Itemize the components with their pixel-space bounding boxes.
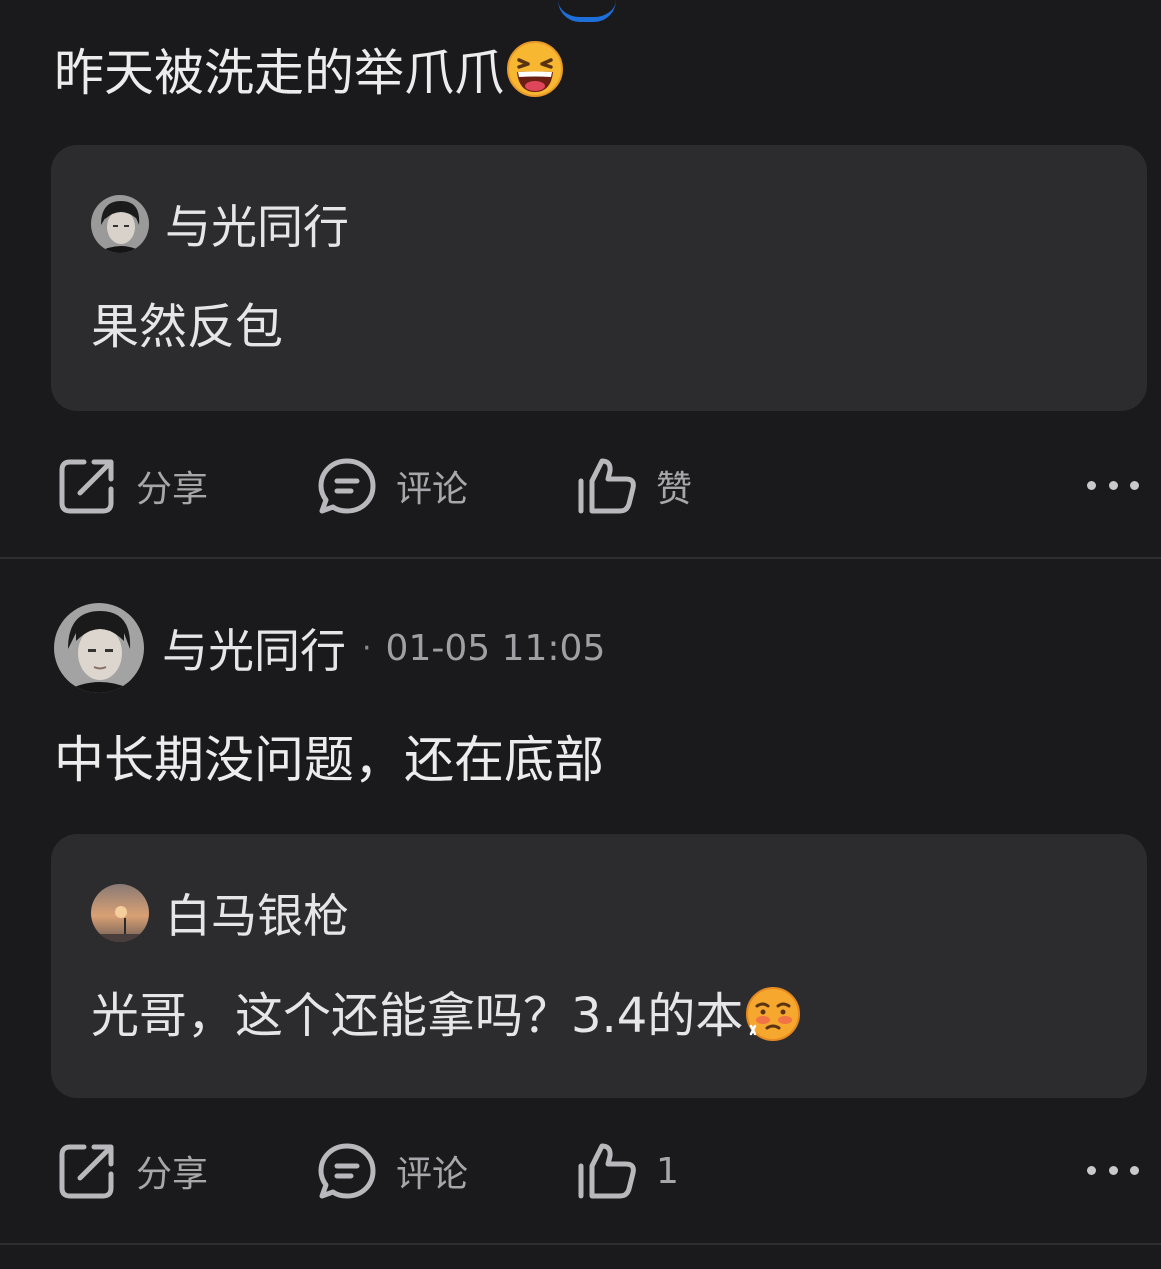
flushed-sweat-face-icon xyxy=(745,986,801,1054)
comment-button[interactable]: 评论 xyxy=(318,1131,468,1211)
share-button[interactable]: 分享 xyxy=(58,1131,208,1211)
laughing-face-icon xyxy=(506,40,564,111)
post-item: 昨天被洗走的举爪爪 与光同行 果然反包 分享 评论 赞 xyxy=(0,0,1161,560)
share-icon xyxy=(58,1142,116,1200)
comment-button[interactable]: 评论 xyxy=(318,446,468,526)
avatar[interactable] xyxy=(54,603,144,693)
post-text: 中长期没问题，还在底部 xyxy=(54,731,604,789)
share-label: 分享 xyxy=(136,469,209,510)
post-author-name[interactable]: 与光同行 xyxy=(162,615,346,681)
comment-icon xyxy=(318,457,376,515)
comment-label: 评论 xyxy=(396,1154,469,1195)
share-icon xyxy=(58,457,116,515)
more-dot-icon xyxy=(1108,480,1118,490)
more-options-button[interactable] xyxy=(1087,1155,1139,1185)
thumbs-up-icon xyxy=(578,1142,636,1200)
quoted-text: 果然反包 xyxy=(91,299,284,355)
avatar[interactable] xyxy=(91,195,149,253)
quoted-author-name[interactable]: 与光同行 xyxy=(165,191,349,257)
quoted-author: 与光同行 xyxy=(91,191,349,257)
quoted-author: 白马银枪 xyxy=(91,880,349,946)
share-button[interactable]: 分享 xyxy=(58,446,208,526)
avatar[interactable] xyxy=(91,884,149,942)
post-text: 昨天被洗走的举爪爪 xyxy=(54,44,504,102)
quoted-text: 光哥，这个还能拿吗？3.4的本 xyxy=(91,988,744,1044)
post-author-row: 与光同行 · 01-05 11:05 xyxy=(54,603,605,693)
more-dot-icon xyxy=(1087,1165,1096,1175)
quoted-author-name[interactable]: 白马银枪 xyxy=(165,880,349,946)
divider xyxy=(0,1243,1161,1245)
more-dot-icon xyxy=(1108,1165,1118,1175)
like-label: 赞 xyxy=(656,469,693,510)
quoted-content: 光哥，这个还能拿吗？3.4的本 xyxy=(91,976,801,1054)
more-dot-icon xyxy=(1130,480,1139,490)
comment-label: 评论 xyxy=(396,469,469,510)
like-button[interactable]: 赞 xyxy=(578,446,692,526)
thumbs-up-icon xyxy=(578,457,636,515)
quoted-reply-card[interactable]: 白马银枪 光哥，这个还能拿吗？3.4的本 xyxy=(51,834,1147,1098)
quoted-reply-card[interactable]: 与光同行 果然反包 xyxy=(51,145,1147,411)
like-button[interactable]: 1 xyxy=(578,1131,679,1211)
post-timestamp: 01-05 11:05 xyxy=(385,627,606,669)
more-options-button[interactable] xyxy=(1087,470,1139,500)
more-dot-icon xyxy=(1130,1165,1139,1175)
divider xyxy=(0,557,1161,559)
comment-icon xyxy=(318,1142,376,1200)
meta-separator: · xyxy=(362,630,372,666)
post-action-bar: 分享 评论 1 xyxy=(0,1131,1161,1211)
post-content: 昨天被洗走的举爪爪 xyxy=(54,40,564,111)
more-dot-icon xyxy=(1087,480,1096,490)
post-item: 与光同行 · 01-05 11:05 中长期没问题，还在底部 白马银枪 光哥，这… xyxy=(0,560,1161,1245)
post-action-bar: 分享 评论 赞 xyxy=(0,446,1161,526)
like-count: 1 xyxy=(656,1150,679,1192)
share-label: 分享 xyxy=(136,1154,209,1195)
